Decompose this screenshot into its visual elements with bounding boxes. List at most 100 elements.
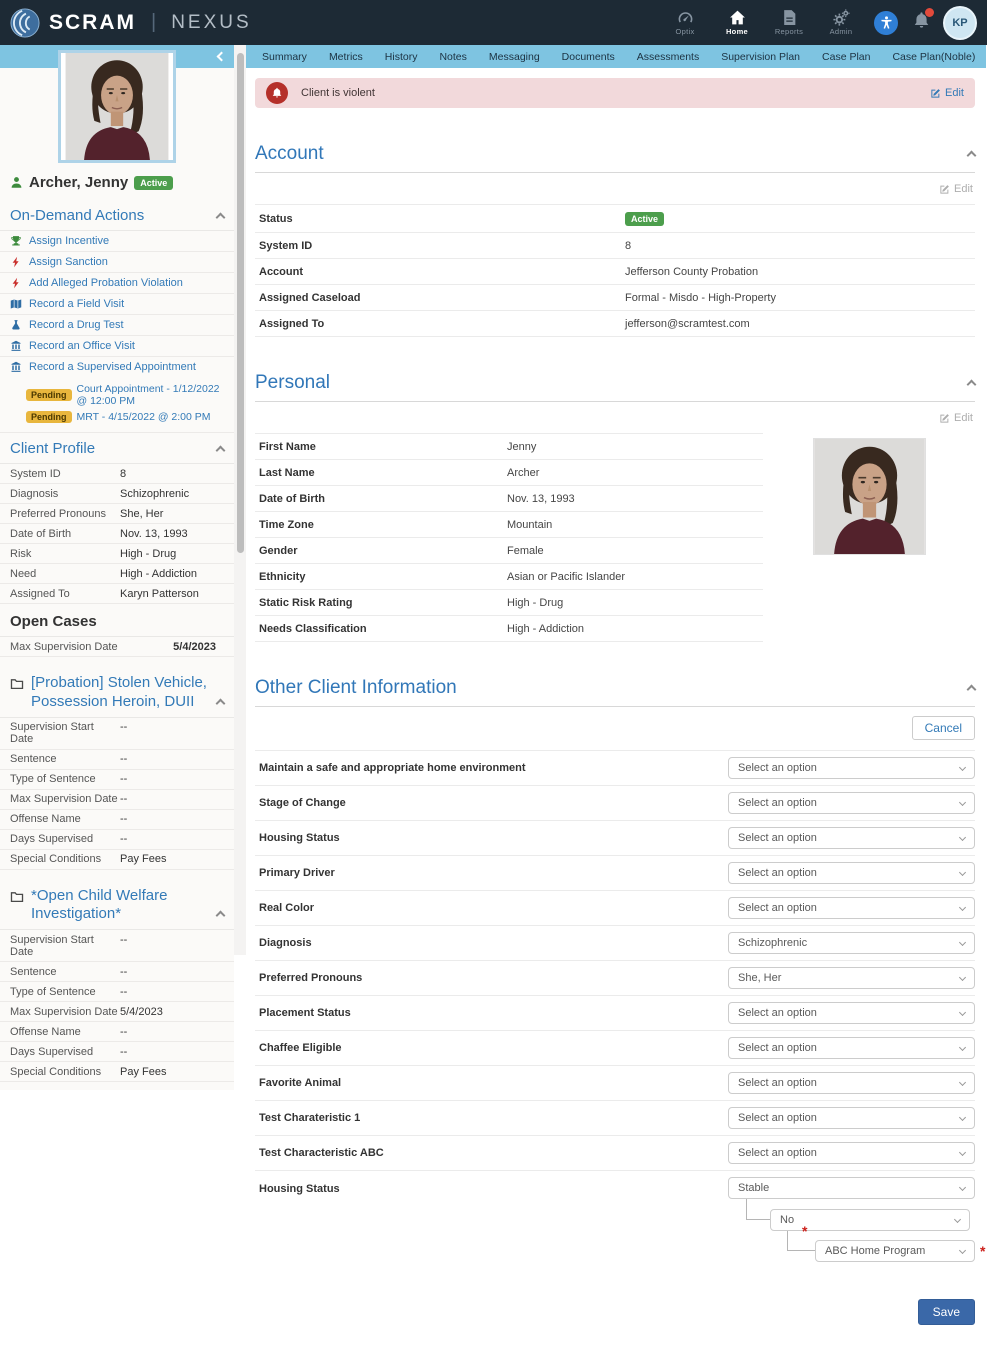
preferred-pronouns-select[interactable]: She, Her — [728, 967, 975, 989]
tab-documents[interactable]: Documents — [551, 45, 626, 68]
other-info-section-header: Other Client Information — [255, 677, 975, 699]
stage-of-change-select[interactable]: Select an option — [728, 792, 975, 814]
row-label: Type of Sentence — [10, 986, 120, 998]
select-value: Select an option — [738, 1147, 817, 1159]
form-row: Test Charateristic 1 Select an option — [255, 1101, 975, 1136]
action-record-drug-test[interactable]: Record a Drug Test — [0, 315, 234, 336]
row-value: High - Drug — [120, 548, 176, 560]
gear-icon — [833, 9, 850, 26]
action-assign-sanction[interactable]: Assign Sanction — [0, 252, 234, 273]
case-header-probation[interactable]: [Probation] Stolen Vehicle, Possession H… — [0, 665, 234, 718]
account-title: Account — [255, 143, 324, 165]
action-assign-incentive[interactable]: Assign Incentive — [0, 231, 234, 252]
pending-appointment-item[interactable]: Pending Court Appointment - 1/12/2022 @ … — [26, 381, 228, 409]
housing-status-select[interactable]: Select an option — [728, 827, 975, 849]
chevron-down-icon — [959, 799, 966, 806]
select-value: ABC Home Program — [825, 1245, 925, 1257]
chevron-down-icon — [959, 834, 966, 841]
real-color-select[interactable]: Select an option — [728, 897, 975, 919]
pencil-square-icon — [939, 413, 950, 424]
nav-item-home[interactable]: Home — [718, 9, 756, 36]
account-edit-button[interactable]: Edit — [255, 173, 975, 204]
row-label: Max Supervision Date — [10, 793, 120, 805]
row-value: Pay Fees — [120, 853, 166, 865]
primary-driver-select[interactable]: Select an option — [728, 862, 975, 884]
chevron-up-icon[interactable] — [967, 151, 977, 161]
tab-assessments[interactable]: Assessments — [626, 45, 710, 68]
accessibility-icon[interactable] — [874, 11, 898, 35]
personal-edit-button[interactable]: Edit — [255, 402, 975, 433]
chevron-up-icon[interactable] — [967, 685, 977, 695]
row-value: -- — [120, 833, 127, 845]
cancel-button[interactable]: Cancel — [912, 716, 975, 740]
chevron-up-icon[interactable] — [216, 911, 226, 921]
action-label: Assign Incentive — [29, 235, 109, 247]
row-value: 8 — [120, 468, 126, 480]
tab-metrics[interactable]: Metrics — [318, 45, 374, 68]
row-value: -- — [120, 793, 127, 805]
user-avatar[interactable]: KP — [945, 8, 975, 38]
form-row: Primary Driver Select an option — [255, 856, 975, 891]
field-label: Preferred Pronouns — [255, 972, 362, 984]
folder-icon — [10, 677, 24, 691]
on-demand-actions-header[interactable]: On-Demand Actions — [0, 200, 234, 231]
row-value: Pay Fees — [120, 1066, 166, 1078]
field-label: Stage of Change — [255, 797, 346, 809]
select-value: Select an option — [738, 1077, 817, 1089]
brand[interactable]: SCRAM | NEXUS — [10, 8, 252, 38]
person-icon — [10, 176, 23, 189]
action-record-field-visit[interactable]: Record a Field Visit — [0, 294, 234, 315]
tab-supervision-plan[interactable]: Supervision Plan — [710, 45, 811, 68]
tab-summary[interactable]: Summary — [251, 45, 318, 68]
row-label: Assigned Caseload — [259, 292, 625, 304]
required-asterisk: * — [980, 1243, 985, 1259]
housing-status-parent-select[interactable]: Stable — [728, 1177, 975, 1199]
home-environment-select[interactable]: Select an option — [728, 757, 975, 779]
pending-appointment-item[interactable]: Pending MRT - 4/15/2022 @ 2:00 PM — [26, 409, 228, 425]
alert-edit-button[interactable]: Edit — [930, 87, 964, 99]
chevron-up-icon[interactable] — [967, 380, 977, 390]
select-value: Select an option — [738, 1112, 817, 1124]
action-record-office-visit[interactable]: Record an Office Visit — [0, 336, 234, 357]
row-value: High - Drug — [507, 597, 563, 609]
nav-item-reports[interactable]: Reports — [770, 9, 808, 36]
notifications-bell[interactable] — [912, 11, 931, 35]
personal-section-header: Personal — [255, 372, 975, 394]
chevron-up-icon[interactable] — [216, 445, 226, 455]
action-record-supervised-appointment[interactable]: Record a Supervised Appointment — [0, 357, 234, 377]
test-charateristic-1-select[interactable]: Select an option — [728, 1107, 975, 1129]
action-add-probation-violation[interactable]: Add Alleged Probation Violation — [0, 273, 234, 294]
gauge-icon — [677, 9, 694, 26]
tab-case-plan[interactable]: Case Plan — [811, 45, 881, 68]
tab-case-plan-noble[interactable]: Case Plan(Noble) — [881, 45, 986, 68]
row-value: Female — [507, 545, 544, 557]
client-profile-header[interactable]: Client Profile — [0, 433, 234, 464]
collapse-sidebar-icon[interactable] — [217, 52, 227, 62]
test-characteristic-abc-select[interactable]: Select an option — [728, 1142, 975, 1164]
personal-row: Time ZoneMountain — [255, 512, 763, 538]
chaffee-eligible-select[interactable]: Select an option — [728, 1037, 975, 1059]
action-label: Assign Sanction — [29, 256, 108, 268]
chevron-up-icon[interactable] — [216, 212, 226, 222]
chevron-down-icon — [959, 1114, 966, 1121]
diagnosis-select[interactable]: Schizophrenic — [728, 932, 975, 954]
field-label: Real Color — [255, 902, 314, 914]
tab-notes[interactable]: Notes — [428, 45, 477, 68]
row-label: Status — [259, 213, 625, 225]
sidebar-scrollbar-thumb[interactable] — [237, 53, 244, 553]
save-button[interactable]: Save — [918, 1299, 975, 1325]
housing-program-select[interactable]: ABC Home Program — [815, 1240, 975, 1262]
housing-status-child-select[interactable]: No — [770, 1209, 970, 1231]
favorite-animal-select[interactable]: Select an option — [728, 1072, 975, 1094]
nav-item-optix[interactable]: Optix — [666, 9, 704, 36]
placement-status-select[interactable]: Select an option — [728, 1002, 975, 1024]
account-row: System ID8 — [255, 233, 975, 259]
pencil-square-icon — [930, 88, 941, 99]
nav-item-admin[interactable]: Admin — [822, 9, 860, 36]
chevron-down-icon — [959, 1184, 966, 1191]
tab-history[interactable]: History — [374, 45, 429, 68]
case-header-child-welfare[interactable]: *Open Child Welfare Investigation* — [0, 878, 234, 931]
tab-messaging[interactable]: Messaging — [478, 45, 551, 68]
chevron-up-icon[interactable] — [216, 698, 226, 708]
profile-row: System ID8 — [0, 464, 234, 484]
